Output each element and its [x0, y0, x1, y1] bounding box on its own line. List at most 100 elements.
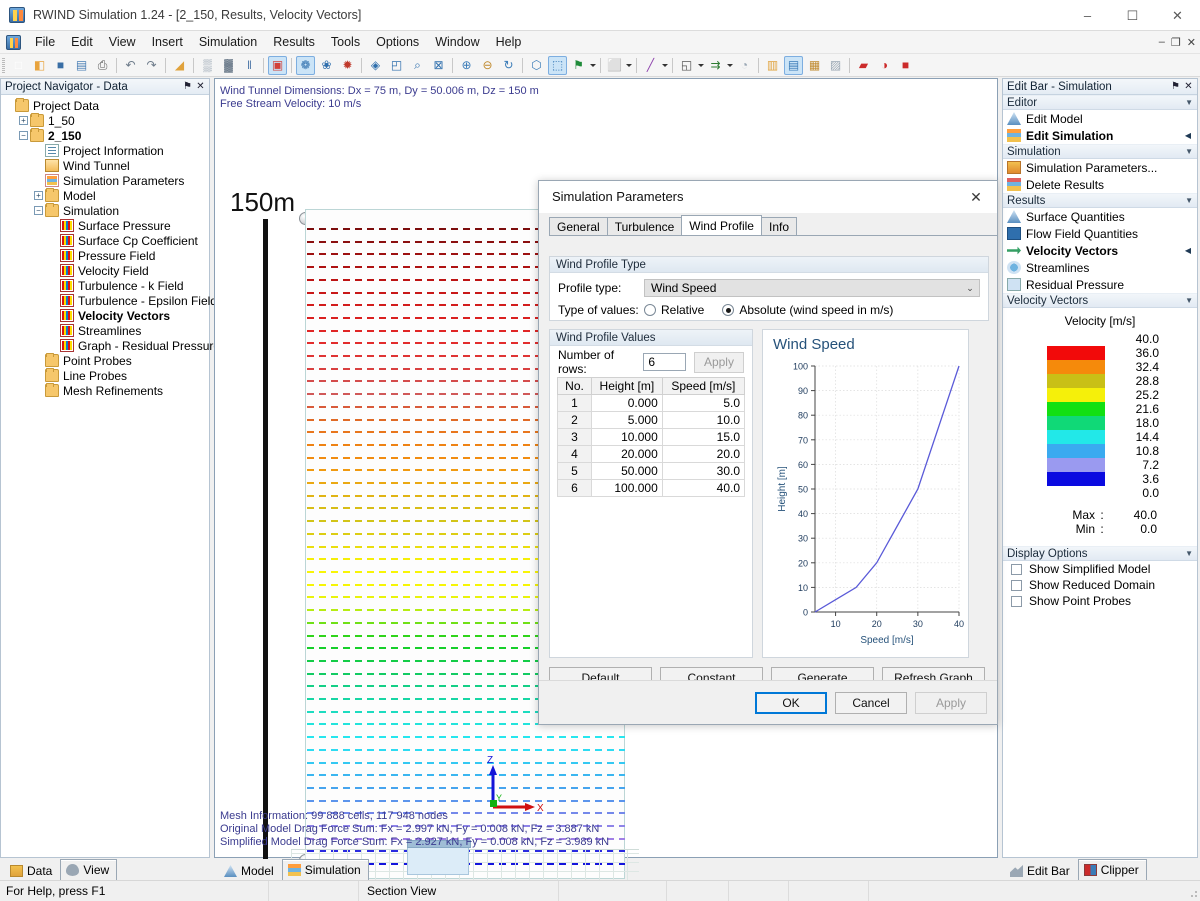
- vector-scale-button[interactable]: ⇉: [706, 56, 725, 75]
- tree-item-1-50[interactable]: +1_50: [4, 113, 209, 128]
- chevron-down-icon[interactable]: ▼: [1185, 196, 1193, 205]
- edit-bar-item-streamlines[interactable]: Streamlines: [1003, 259, 1197, 276]
- apply-button[interactable]: Apply: [915, 692, 987, 714]
- tree-item-project-information[interactable]: Project Information: [4, 143, 209, 158]
- edit-bar-item-residual-pressure[interactable]: Residual Pressure: [1003, 276, 1197, 293]
- edit-bar-item-velocity-vectors[interactable]: Velocity Vectors◀: [1003, 242, 1197, 259]
- tree-item-velocity-field[interactable]: Velocity Field: [4, 263, 209, 278]
- edit-bar-item-delete-results[interactable]: Delete Results: [1003, 176, 1197, 193]
- menu-view[interactable]: View: [101, 32, 144, 52]
- cell-speed[interactable]: 15.0: [662, 429, 744, 446]
- close-icon[interactable]: ✕: [194, 80, 207, 93]
- mdi-restore-button[interactable]: ❐: [1171, 36, 1181, 49]
- mdi-minimize-button[interactable]: –: [1159, 36, 1165, 49]
- maximize-button[interactable]: ☐: [1110, 0, 1155, 31]
- expand-icon[interactable]: +: [34, 191, 43, 200]
- cancel-button[interactable]: Cancel: [835, 692, 907, 714]
- ok-button[interactable]: OK: [755, 692, 827, 714]
- particles-button[interactable]: ✹: [338, 56, 357, 75]
- transparency-button[interactable]: ◔: [735, 56, 754, 75]
- apply-rows-button[interactable]: Apply: [694, 352, 744, 373]
- wireframe-button[interactable]: ⬡: [527, 56, 546, 75]
- solid-view-button[interactable]: ⬚: [548, 56, 567, 75]
- cell-height[interactable]: 10.000: [592, 429, 663, 446]
- group-header-editor[interactable]: Editor▼: [1003, 95, 1197, 110]
- section-button[interactable]: ◰: [387, 56, 406, 75]
- tree-item-model[interactable]: +Model: [4, 188, 209, 203]
- show-domain-button[interactable]: ▣: [268, 56, 287, 75]
- chevron-down-icon[interactable]: ▼: [1185, 147, 1193, 156]
- menu-simulation[interactable]: Simulation: [191, 32, 265, 52]
- group-header-velocity-vectors[interactable]: Velocity Vectors▼: [1003, 293, 1197, 308]
- tree-item-streamlines[interactable]: Streamlines: [4, 323, 209, 338]
- tree-item-simulation-parameters[interactable]: Simulation Parameters: [4, 173, 209, 188]
- tree-item-graph-residual-pressure[interactable]: Graph - Residual Pressure: [4, 338, 209, 353]
- chevron-down-icon[interactable]: ▼: [1185, 549, 1193, 558]
- cell-height[interactable]: 20.000: [592, 446, 663, 463]
- close-button[interactable]: ✕: [1155, 0, 1200, 31]
- velocity-vectors-button[interactable]: ❁: [296, 56, 315, 75]
- save-as-button[interactable]: ▤: [72, 56, 91, 75]
- mesh-coarse-button[interactable]: ▒: [198, 56, 217, 75]
- edit-bar-item-simulation-parameters[interactable]: Simulation Parameters...: [1003, 159, 1197, 176]
- cell-speed[interactable]: 40.0: [662, 480, 744, 497]
- red-plane-button[interactable]: ▰: [854, 56, 873, 75]
- box-view-button[interactable]: ⬜: [605, 56, 624, 75]
- dialog-tab-wind-profile[interactable]: Wind Profile: [681, 215, 762, 235]
- radio-relative[interactable]: [644, 304, 656, 316]
- result-3-button[interactable]: ▦: [805, 56, 824, 75]
- menu-insert[interactable]: Insert: [144, 32, 191, 52]
- vector-scale-dropdown-arrow-icon[interactable]: [726, 56, 734, 75]
- redo-button[interactable]: ↷: [142, 56, 161, 75]
- open-button[interactable]: ◧: [30, 56, 49, 75]
- tree-item-velocity-vectors[interactable]: Velocity Vectors: [4, 308, 209, 323]
- table-row[interactable]: 10.0005.0: [558, 395, 745, 412]
- radio-absolute[interactable]: [722, 304, 734, 316]
- zoom-in-button[interactable]: ⊕: [457, 56, 476, 75]
- table-row[interactable]: 420.00020.0: [558, 446, 745, 463]
- rotate-button[interactable]: ↻: [499, 56, 518, 75]
- tree-item-surface-pressure[interactable]: Surface Pressure: [4, 218, 209, 233]
- tab-data[interactable]: Data: [4, 861, 60, 880]
- undo-button[interactable]: ↶: [121, 56, 140, 75]
- profile-type-select[interactable]: Wind Speed ⌄: [644, 279, 980, 297]
- checkbox[interactable]: [1011, 564, 1022, 575]
- collapse-icon[interactable]: −: [19, 131, 28, 140]
- cell-speed[interactable]: 30.0: [662, 463, 744, 480]
- clipper-button[interactable]: ◈: [366, 56, 385, 75]
- flag-view-dropdown-arrow-icon[interactable]: [589, 56, 597, 75]
- result-2-button[interactable]: ▤: [784, 56, 803, 75]
- dialog-tab-info[interactable]: Info: [761, 217, 797, 235]
- tree-item-point-probes[interactable]: Point Probes: [4, 353, 209, 368]
- pin-icon[interactable]: ⚑: [181, 80, 194, 93]
- menu-help[interactable]: Help: [488, 32, 530, 52]
- tab-view[interactable]: View: [60, 859, 117, 880]
- zoom-out-button[interactable]: ⊖: [478, 56, 497, 75]
- mdi-close-button[interactable]: ✕: [1187, 36, 1196, 49]
- edit-bar-item-edit-model[interactable]: Edit Model: [1003, 110, 1197, 127]
- pin-icon[interactable]: ⚑: [1169, 80, 1182, 93]
- tree-item-turbulence-k-field[interactable]: Turbulence - k Field: [4, 278, 209, 293]
- red-cylinder-button[interactable]: ◑: [875, 56, 894, 75]
- flag-view-button[interactable]: ⚑: [569, 56, 588, 75]
- menu-results[interactable]: Results: [265, 32, 323, 52]
- collapse-icon[interactable]: −: [34, 206, 43, 215]
- render-style-button[interactable]: ◱: [677, 56, 696, 75]
- tree-item-surface-cp-coefficient[interactable]: Surface Cp Coefficient: [4, 233, 209, 248]
- menu-options[interactable]: Options: [368, 32, 427, 52]
- checkbox-row-show-reduced-domain[interactable]: Show Reduced Domain: [1003, 577, 1197, 593]
- expand-icon[interactable]: +: [19, 116, 28, 125]
- cell-height[interactable]: 5.000: [592, 412, 663, 429]
- cell-speed[interactable]: 20.0: [662, 446, 744, 463]
- zoom-all-button[interactable]: ⊠: [429, 56, 448, 75]
- close-icon[interactable]: ✕: [1182, 80, 1195, 93]
- tree-item-2-150[interactable]: −2_150: [4, 128, 209, 143]
- edit-bar-item-surface-quantities[interactable]: Surface Quantities: [1003, 208, 1197, 225]
- group-header-results[interactable]: Results▼: [1003, 193, 1197, 208]
- tab-edit-bar[interactable]: Edit Bar: [1004, 861, 1078, 880]
- tree-item-pressure-field[interactable]: Pressure Field: [4, 248, 209, 263]
- number-of-rows-input[interactable]: 6: [643, 353, 686, 371]
- grid-button[interactable]: ‖: [240, 56, 259, 75]
- checkbox-row-show-point-probes[interactable]: Show Point Probes: [1003, 593, 1197, 609]
- menu-window[interactable]: Window: [427, 32, 487, 52]
